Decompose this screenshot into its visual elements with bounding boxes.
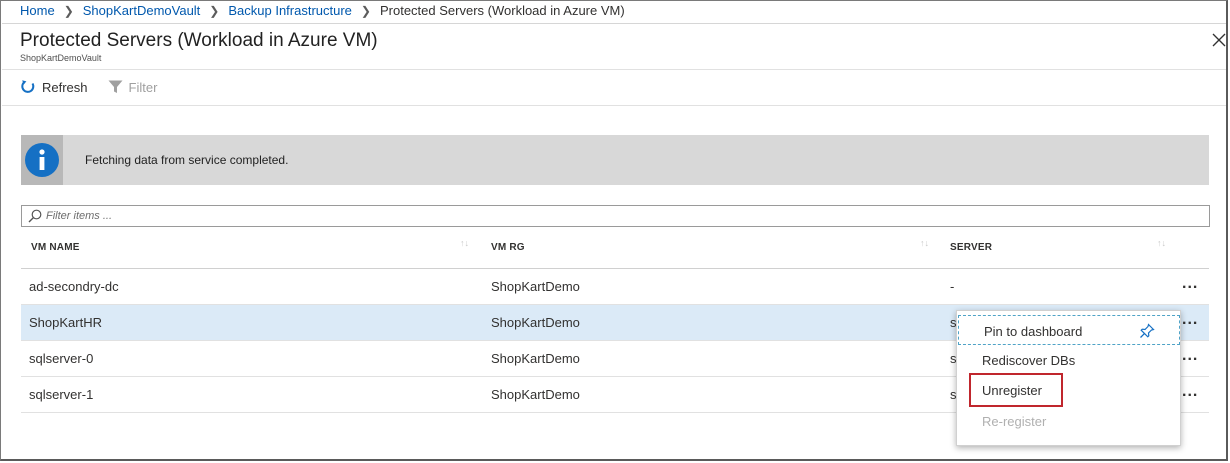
table-row[interactable]: ad-secondry-dc ShopKartDemo - ... bbox=[21, 269, 1209, 305]
more-options-button[interactable]: ... bbox=[1182, 275, 1198, 293]
info-icon bbox=[25, 143, 59, 177]
chevron-right-icon: ❯ bbox=[63, 3, 74, 18]
refresh-button[interactable]: Refresh bbox=[20, 79, 88, 95]
page-subtitle: ShopKartDemoVault bbox=[20, 53, 102, 63]
breadcrumb-current: Protected Servers (Workload in Azure VM) bbox=[379, 3, 625, 18]
menu-item-label: Pin to dashboard bbox=[984, 324, 1083, 339]
filter-button[interactable]: Filter bbox=[108, 79, 158, 95]
filter-placeholder: Filter items ... bbox=[46, 210, 113, 222]
filter-icon bbox=[108, 80, 123, 93]
divider bbox=[2, 69, 1226, 70]
chevron-right-icon: ❯ bbox=[209, 3, 220, 18]
breadcrumb: Home ❯ ShopKartDemoVault ❯ Backup Infras… bbox=[20, 3, 625, 18]
filter-items-input[interactable]: Filter items ... bbox=[21, 205, 1210, 227]
menu-item-pin-to-dashboard[interactable]: Pin to dashboard bbox=[958, 315, 1180, 345]
cell-vm-rg: ShopKartDemo bbox=[491, 279, 580, 294]
menu-item-label: Re-register bbox=[982, 414, 1047, 429]
column-header-vm-rg[interactable]: VM RG bbox=[491, 242, 525, 253]
cell-vm-name: ShopKartHR bbox=[29, 315, 102, 330]
page-title: Protected Servers (Workload in Azure VM) bbox=[20, 30, 378, 51]
context-menu: Pin to dashboard Rediscover DBs Unregist… bbox=[956, 310, 1181, 446]
refresh-icon bbox=[21, 80, 35, 93]
chevron-right-icon: ❯ bbox=[360, 3, 371, 18]
menu-item-rediscover-dbs[interactable]: Rediscover DBs bbox=[957, 345, 1180, 375]
more-options-button[interactable]: ... bbox=[1182, 347, 1198, 365]
sort-icon[interactable]: ↑↓ bbox=[920, 238, 929, 248]
highlight-box bbox=[969, 373, 1063, 407]
close-icon bbox=[1212, 33, 1226, 47]
cell-vm-rg: ShopKartDemo bbox=[491, 387, 580, 402]
cell-vm-name: sqlserver-1 bbox=[29, 387, 94, 402]
cell-vm-rg: ShopKartDemo bbox=[491, 351, 580, 366]
refresh-label: Refresh bbox=[42, 79, 88, 95]
column-header-server[interactable]: SERVER bbox=[950, 242, 992, 253]
cell-vm-rg: ShopKartDemo bbox=[491, 315, 580, 330]
cell-vm-name: ad-secondry-dc bbox=[29, 279, 119, 294]
more-options-button[interactable]: ... bbox=[1182, 383, 1198, 401]
menu-item-re-register: Re-register bbox=[957, 406, 1180, 436]
info-icon-container bbox=[21, 135, 63, 185]
sort-icon[interactable]: ↑↓ bbox=[1157, 238, 1166, 248]
cell-server: - bbox=[950, 279, 955, 294]
banner-message: Fetching data from service completed. bbox=[85, 153, 289, 167]
column-header-vm-name[interactable]: VM NAME bbox=[31, 242, 80, 253]
breadcrumb-backup-infrastructure[interactable]: Backup Infrastructure bbox=[228, 3, 352, 18]
filter-label: Filter bbox=[128, 79, 158, 95]
divider bbox=[2, 105, 1226, 106]
toolbar: Refresh Filter bbox=[20, 79, 177, 95]
cell-vm-name: sqlserver-0 bbox=[29, 351, 94, 366]
menu-item-label: Rediscover DBs bbox=[982, 353, 1076, 368]
info-banner: Fetching data from service completed. bbox=[21, 135, 1209, 185]
breadcrumb-home[interactable]: Home bbox=[20, 3, 55, 18]
pin-icon bbox=[1140, 323, 1155, 338]
sort-icon[interactable]: ↑↓ bbox=[460, 238, 469, 248]
search-icon bbox=[28, 209, 42, 223]
close-button[interactable] bbox=[1209, 30, 1229, 50]
more-options-button[interactable]: ... bbox=[1182, 311, 1198, 329]
breadcrumb-vault[interactable]: ShopKartDemoVault bbox=[83, 3, 201, 18]
divider bbox=[2, 23, 1226, 24]
